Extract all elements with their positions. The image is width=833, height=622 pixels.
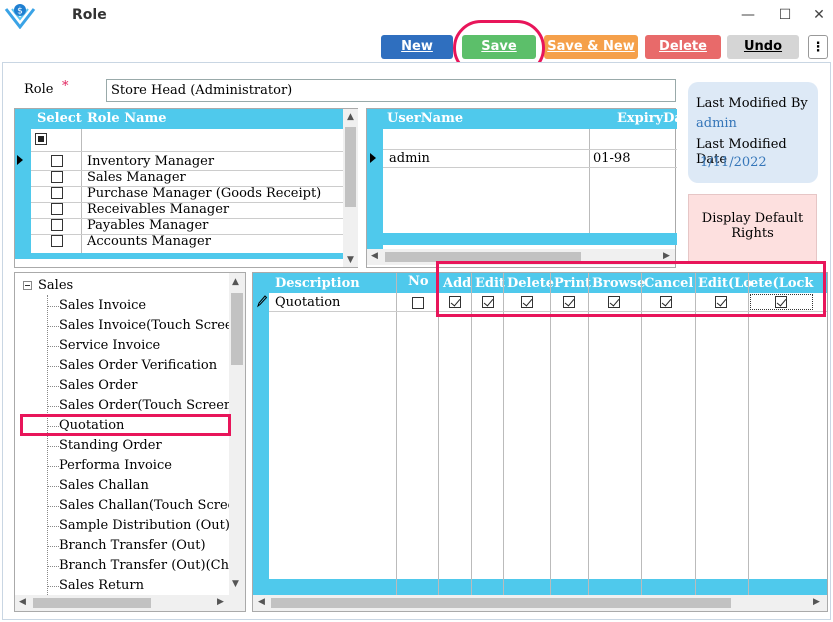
role-checkbox[interactable] — [51, 203, 63, 215]
role-input[interactable]: Store Head (Administrator) — [106, 79, 676, 102]
module-tree: Sales Sales Invoice Sales Invoice(Touch … — [14, 272, 246, 612]
tree-item[interactable]: Sales Order Verification — [59, 358, 217, 373]
role-label: Role — [24, 82, 54, 97]
modified-by-value: admin — [696, 116, 737, 131]
modified-info-panel: Last Modified By admin Last Modified Dat… — [688, 82, 818, 183]
scroll-right-icon[interactable]: ▶ — [663, 251, 670, 261]
rights-highlight — [436, 261, 826, 317]
role-checkbox[interactable] — [51, 219, 63, 231]
role-name[interactable]: Receivables Manager — [87, 202, 229, 217]
current-row-arrow-icon — [370, 153, 376, 163]
scroll-down-icon[interactable]: ▼ — [232, 579, 239, 589]
role-checkbox[interactable] — [51, 155, 63, 167]
select-header: Select — [37, 111, 82, 126]
description-header: Description — [275, 276, 360, 291]
tree-item[interactable]: Sales Order(Touch Screen) — [59, 398, 237, 413]
scroll-up-icon[interactable]: ▲ — [232, 277, 239, 287]
tree-item[interactable]: Sales Challan(Touch Screen — [59, 498, 244, 513]
scroll-left-icon[interactable]: ◀ — [19, 597, 26, 607]
scroll-down-icon[interactable]: ▼ — [347, 255, 354, 265]
username-header: UserName — [387, 111, 464, 126]
scroll-up-icon[interactable]: ▲ — [347, 112, 354, 122]
app-logo-icon: $ — [4, 4, 36, 29]
scroll-right-icon[interactable]: ▶ — [217, 597, 224, 607]
maximize-button[interactable]: ☐ — [770, 4, 800, 26]
tree-root-sales[interactable]: Sales — [38, 278, 73, 293]
tree-item[interactable]: Branch Transfer (Out)(Cha — [59, 558, 237, 573]
new-button[interactable]: New — [381, 35, 453, 59]
expiry-header: ExpiryDa — [617, 111, 683, 126]
modified-date-value: 1/11/2022 — [700, 155, 767, 170]
delete-button[interactable]: Delete — [645, 35, 721, 59]
role-name[interactable]: Sales Manager — [87, 170, 186, 185]
tree-item[interactable]: Sales Challan — [59, 478, 149, 493]
tree-item[interactable]: Sales Return — [59, 578, 144, 593]
display-default-label-1: Display Default — [701, 211, 804, 226]
minimize-button[interactable]: — — [733, 4, 763, 26]
undo-button[interactable]: Undo — [727, 35, 799, 59]
scroll-left-icon[interactable]: ◀ — [258, 597, 265, 607]
role-checkbox[interactable] — [51, 171, 63, 183]
roles-scroll-thumb[interactable] — [345, 127, 356, 207]
role-checkbox[interactable] — [51, 187, 63, 199]
role-name[interactable]: Accounts Manager — [87, 234, 211, 249]
current-row-arrow-icon — [17, 155, 23, 165]
tree-item[interactable]: Branch Transfer (Out) — [59, 538, 206, 553]
tree-h-scroll-thumb[interactable] — [33, 598, 151, 608]
rights-scroll-thumb[interactable] — [271, 598, 731, 608]
quotation-highlight — [20, 414, 231, 436]
no-header: No — [408, 274, 429, 289]
username-cell[interactable]: admin — [389, 151, 430, 166]
edit-pencil-icon — [257, 295, 268, 308]
role-checkbox[interactable] — [51, 235, 63, 247]
required-mark: * — [62, 79, 69, 94]
role-name-header: Role Name — [87, 111, 167, 126]
svg-text:$: $ — [17, 7, 23, 17]
expiry-cell[interactable]: 01-98 — [593, 151, 630, 166]
title-bar — [0, 0, 833, 34]
tree-item[interactable]: Sample Distribution (Out) — [59, 518, 230, 533]
no-checkbox[interactable] — [412, 297, 424, 309]
rights-description-cell[interactable]: Quotation — [275, 295, 340, 310]
display-default-label-2: Rights — [731, 226, 774, 241]
roles-grid: Select Role Name Inventory Manager Sales… — [14, 108, 358, 268]
window-title: Role — [72, 7, 107, 23]
users-grid: UserName ExpiryDa admin 01-98 ◀ ▶ — [366, 108, 683, 268]
tree-item[interactable]: Sales Invoice(Touch Screen — [59, 318, 241, 333]
close-button[interactable]: ✕ — [804, 4, 833, 26]
modified-by-label: Last Modified By — [696, 96, 808, 111]
role-name[interactable]: Inventory Manager — [87, 154, 214, 169]
scroll-right-icon[interactable]: ▶ — [813, 597, 820, 607]
role-name[interactable]: Payables Manager — [87, 218, 208, 233]
tree-item[interactable]: Performa Invoice — [59, 458, 172, 473]
rights-grid: Description No Add Edit Delete Print Bro… — [252, 272, 828, 612]
save-new-button[interactable]: Save & New — [544, 35, 638, 59]
tree-scroll-thumb[interactable] — [231, 293, 243, 365]
display-default-rights-button[interactable]: Display Default Rights — [688, 194, 817, 264]
role-name[interactable]: Purchase Manager (Goods Receipt) — [87, 186, 321, 201]
tree-item[interactable]: Service Invoice — [59, 338, 160, 353]
tree-item[interactable]: Sales Invoice — [59, 298, 146, 313]
tree-item[interactable]: Standing Order — [59, 438, 162, 453]
more-options-button[interactable]: ⋮ — [808, 35, 828, 59]
scroll-left-icon[interactable]: ◀ — [371, 251, 378, 261]
tree-item[interactable]: Sales Order — [59, 378, 137, 393]
row-indicator-column — [15, 129, 31, 259]
